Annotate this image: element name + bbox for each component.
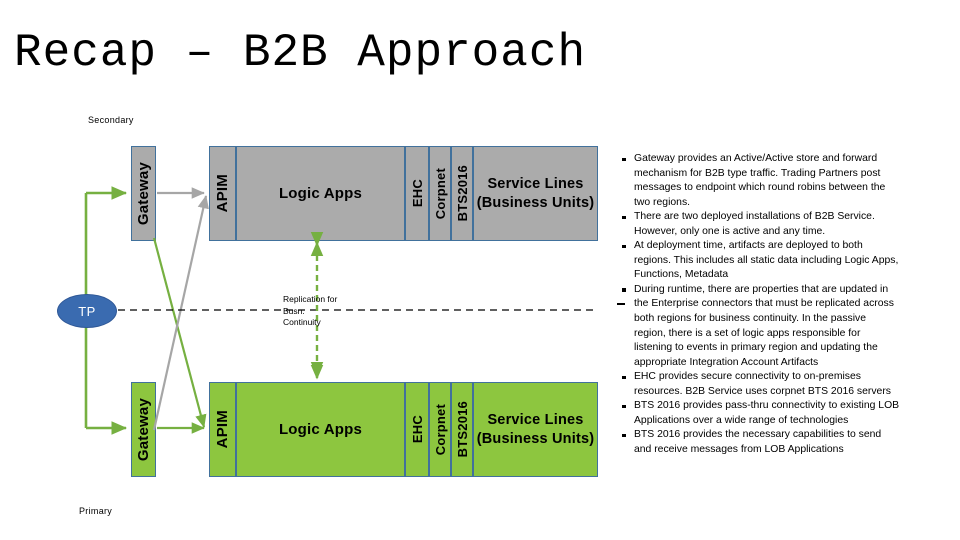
primary-corpnet-label: Corpnet bbox=[432, 403, 448, 456]
secondary-gateway-label: Gateway bbox=[135, 161, 152, 226]
primary-apim-box[interactable]: APIM bbox=[209, 382, 236, 477]
secondary-logicapps-label: Logic Apps bbox=[278, 185, 363, 202]
primary-ehc-box[interactable]: EHC bbox=[405, 382, 429, 477]
trading-partner-node[interactable]: TP bbox=[57, 294, 117, 328]
secondary-logicapps-box[interactable]: Logic Apps bbox=[236, 146, 405, 241]
secondary-bts2016-box[interactable]: BTS2016 bbox=[451, 146, 473, 241]
secondary-ehc-label: EHC bbox=[409, 179, 425, 208]
replication-note-line2: Busn. bbox=[283, 305, 305, 316]
region-label-secondary: Secondary bbox=[88, 115, 134, 125]
primary-ehc-label: EHC bbox=[409, 415, 425, 444]
primary-gateway-to-secondary-apim bbox=[152, 195, 209, 431]
notes-bullet-list: Gateway provides an Active/Active store … bbox=[618, 152, 900, 457]
list-item: Gateway provides an Active/Active store … bbox=[618, 152, 900, 210]
slide-canvas: Recap – B2B Approach Secondary Primary G… bbox=[0, 0, 960, 540]
secondary-corpnet-box[interactable]: Corpnet bbox=[429, 146, 451, 241]
notes-panel: Gateway provides an Active/Active store … bbox=[618, 152, 900, 457]
secondary-gateway-box[interactable]: Gateway bbox=[131, 146, 156, 241]
secondary-ehc-box[interactable]: EHC bbox=[405, 146, 429, 241]
primary-logicapps-box[interactable]: Logic Apps bbox=[236, 382, 405, 477]
secondary-apim-label: APIM bbox=[214, 174, 231, 213]
secondary-servicelines-label-2: (Business Units) bbox=[476, 194, 595, 211]
list-item: BTS 2016 provides pass-thru connectivity… bbox=[618, 399, 900, 428]
replication-note: Replication for Busn. Continuity bbox=[283, 294, 345, 329]
region-label-primary: Primary bbox=[79, 506, 113, 516]
primary-servicelines-label-1: Service Lines bbox=[487, 411, 584, 428]
list-item: BTS 2016 provides the necessary capabili… bbox=[618, 428, 900, 457]
primary-servicelines-label-2: (Business Units) bbox=[476, 430, 595, 447]
primary-bts2016-box[interactable]: BTS2016 bbox=[451, 382, 473, 477]
primary-bts2016-label: BTS2016 bbox=[454, 401, 470, 458]
secondary-corpnet-label: Corpnet bbox=[432, 167, 448, 220]
trading-partner-label: TP bbox=[78, 303, 96, 319]
primary-gateway-label: Gateway bbox=[135, 397, 152, 462]
primary-apim-label: APIM bbox=[214, 410, 231, 449]
page-title: Recap – B2B Approach bbox=[14, 27, 587, 79]
secondary-bts2016-label: BTS2016 bbox=[454, 165, 470, 222]
replication-note-line3: Continuity bbox=[283, 317, 321, 327]
secondary-servicelines-box[interactable]: Service Lines (Business Units) bbox=[473, 146, 598, 241]
primary-gateway-box[interactable]: Gateway bbox=[131, 382, 156, 477]
list-item: During runtime, there are properties tha… bbox=[618, 283, 900, 370]
secondary-apim-box[interactable]: APIM bbox=[209, 146, 236, 241]
secondary-gateway-to-primary-apim bbox=[152, 237, 207, 428]
primary-servicelines-box[interactable]: Service Lines (Business Units) bbox=[473, 382, 598, 477]
replication-note-line1: Replication for bbox=[283, 294, 338, 304]
list-item: EHC provides secure connectivity to on-p… bbox=[618, 370, 900, 399]
list-item: There are two deployed installations of … bbox=[618, 210, 900, 239]
primary-corpnet-box[interactable]: Corpnet bbox=[429, 382, 451, 477]
primary-logicapps-label: Logic Apps bbox=[278, 421, 363, 438]
secondary-servicelines-label-1: Service Lines bbox=[487, 175, 584, 192]
list-item: At deployment time, artifacts are deploy… bbox=[618, 239, 900, 283]
